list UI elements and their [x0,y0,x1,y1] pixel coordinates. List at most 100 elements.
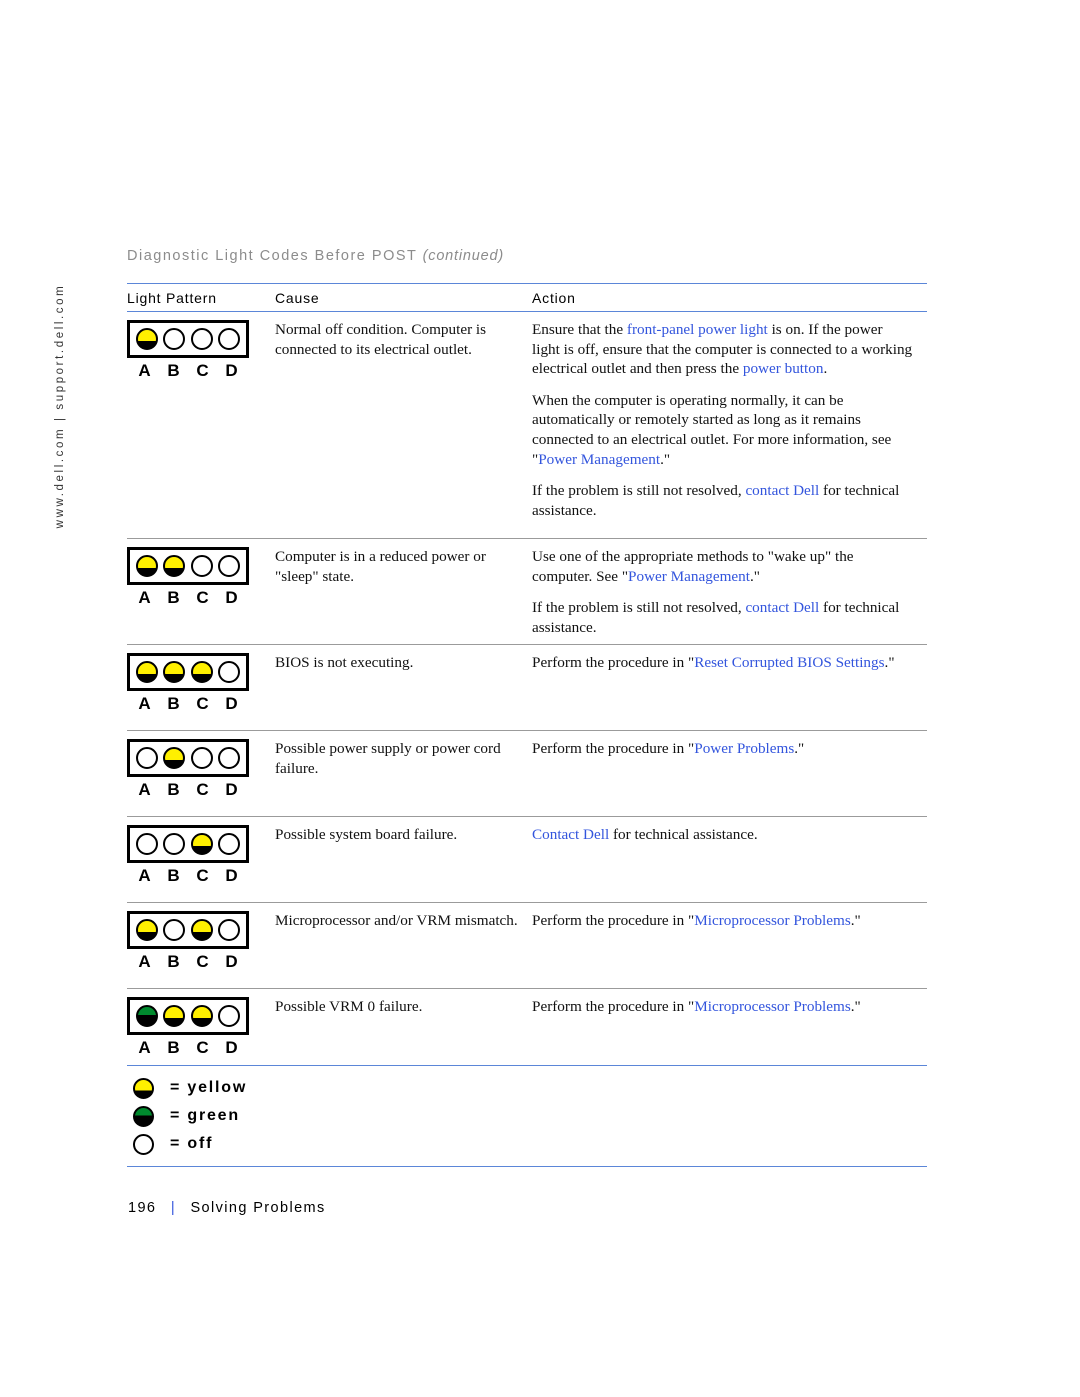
footer-separator: | [170,1200,177,1216]
led-d-off-icon [218,919,241,942]
action-link[interactable]: Power Management [628,568,750,585]
cause-text: Normal off condition. Computer is connec… [275,321,487,358]
cause-text: Possible system board failure. [275,826,458,844]
led-label-a: A [138,866,151,886]
led-bezel [127,739,249,778]
legend-bottom-rule [127,1166,927,1168]
led-labels: ABCD [127,588,249,608]
legend-led-green-icon [133,1105,154,1127]
cell-light-pattern: ABCD [127,547,275,637]
action-link[interactable]: power button [743,360,824,377]
cell-cause: BIOS is not executing. [275,653,532,723]
led-label-d: D [225,1038,238,1058]
cell-cause: Possible VRM 0 failure. [275,997,532,1058]
legend-led-off-icon [133,1133,154,1155]
table-header-row: Light Pattern Cause Action [127,284,927,311]
led-pattern-indicator: ABCD [127,547,255,608]
led-c-off-icon [190,328,213,350]
action-link[interactable]: Power Management [538,451,660,468]
table-row: A B C D Computer is in a reduced power or "s… [127,539,927,644]
cause-text: BIOS is not executing. [275,654,414,672]
led-label-d: D [225,780,238,800]
led-c-yellow-icon [190,919,213,942]
led-b-off-icon [163,328,186,350]
table-row: A B C D Possible VRM 0 failure. Perform the p… [127,989,927,1065]
led-label-a: A [138,694,151,714]
led-bezel [127,320,249,358]
table-row: A B C D Possible power supply or power cord … [127,731,927,816]
led-label-c: C [196,780,209,800]
led-c-off-icon [190,555,213,577]
led-d-off-icon [218,328,241,350]
action-link[interactable]: Contact Dell [532,826,609,843]
led-bezel [127,911,249,950]
action-paragraph: Perform the procedure in "Power Problems… [532,739,913,759]
led-labels: ABCD [127,361,249,381]
action-link[interactable]: Microprocessor Problems [694,998,851,1015]
led-label-b: B [167,694,180,714]
led-d-off-icon [218,661,241,684]
led-a-off-icon [135,747,158,770]
action-link[interactable]: contact Dell [745,599,819,616]
table-body: A B C D Normal off condition. Computer is co… [127,312,927,1065]
action-paragraph: When the computer is operating normally,… [532,391,913,469]
cell-action: Contact Dell for technical assistance. [532,825,927,895]
cell-cause: Normal off condition. Computer is connec… [275,320,532,531]
led-a-yellow-icon [135,555,158,577]
led-labels: ABCD [127,780,249,800]
led-pattern-indicator: ABCD [127,653,255,714]
action-text: If the problem is still not resolved, [532,482,746,500]
led-label-b: B [167,588,180,607]
led-bezel [127,547,249,585]
action-link[interactable]: Reset Corrupted BIOS Settings [694,654,884,671]
action-text: Ensure that the [532,321,627,338]
legend-row: = off [133,1130,927,1158]
led-b-off-icon [163,919,186,942]
action-link[interactable]: front-panel power light [627,321,768,338]
page-footer: 196 | Solving Problems [128,1200,326,1216]
led-label-a: A [138,1038,151,1058]
action-paragraph: Use one of the appropriate methods to "w… [532,547,913,586]
led-labels: ABCD [127,1038,249,1058]
led-pattern-indicator: ABCD [127,911,255,972]
led-labels: ABCD [127,694,249,714]
table-row: A B C D BIOS is not executing. Perform the pr… [127,645,927,730]
led-b-yellow-icon [163,1005,186,1028]
cell-action: Perform the procedure in "Reset Corrupte… [532,653,927,723]
column-header-action: Action [532,289,576,306]
action-text: Perform the procedure in " [532,654,695,672]
led-label-a: A [138,588,151,607]
action-link[interactable]: contact Dell [745,482,819,499]
led-a-yellow-icon [135,661,158,684]
side-url-text: www.dell.com | support.dell.com [54,283,66,529]
cause-text: Computer is in a reduced power or "sleep… [275,548,486,585]
led-c-yellow-icon [190,661,213,684]
action-text: for technical assistance. [609,826,758,844]
table-row: A B C D Normal off condition. Computer is co… [127,312,927,538]
action-text: Perform the procedure in " [532,740,695,758]
action-paragraph: If the problem is still not resolved, co… [532,598,913,637]
led-a-green-icon [135,1005,158,1028]
led-c-yellow-icon [190,833,213,856]
action-link[interactable]: Microprocessor Problems [694,912,851,929]
action-text: ." [794,740,805,758]
cell-light-pattern: ABCD [127,653,275,723]
footer-section-name: Solving Problems [190,1200,326,1216]
footer-page-number: 196 [128,1200,157,1216]
led-pattern-indicator: ABCD [127,739,255,800]
led-label-b: B [167,361,180,380]
led-label-c: C [196,694,209,714]
cell-action: Perform the procedure in "Microprocessor… [532,911,927,981]
legend-led-yellow-icon [133,1077,154,1099]
led-a-yellow-icon [135,919,158,942]
action-text: ." [749,567,760,585]
action-link[interactable]: Power Problems [694,740,794,757]
led-labels: ABCD [127,952,249,972]
action-paragraph: Perform the procedure in "Reset Corrupte… [532,653,913,673]
led-bezel [127,653,249,692]
led-d-off-icon [218,1005,241,1028]
action-text: Perform the procedure in " [532,912,695,930]
action-text: ." [660,450,671,468]
led-legend: = yellow = green = off [127,1066,927,1166]
table-row: A B C D Microprocessor and/or VRM mismatch. P… [127,903,927,988]
